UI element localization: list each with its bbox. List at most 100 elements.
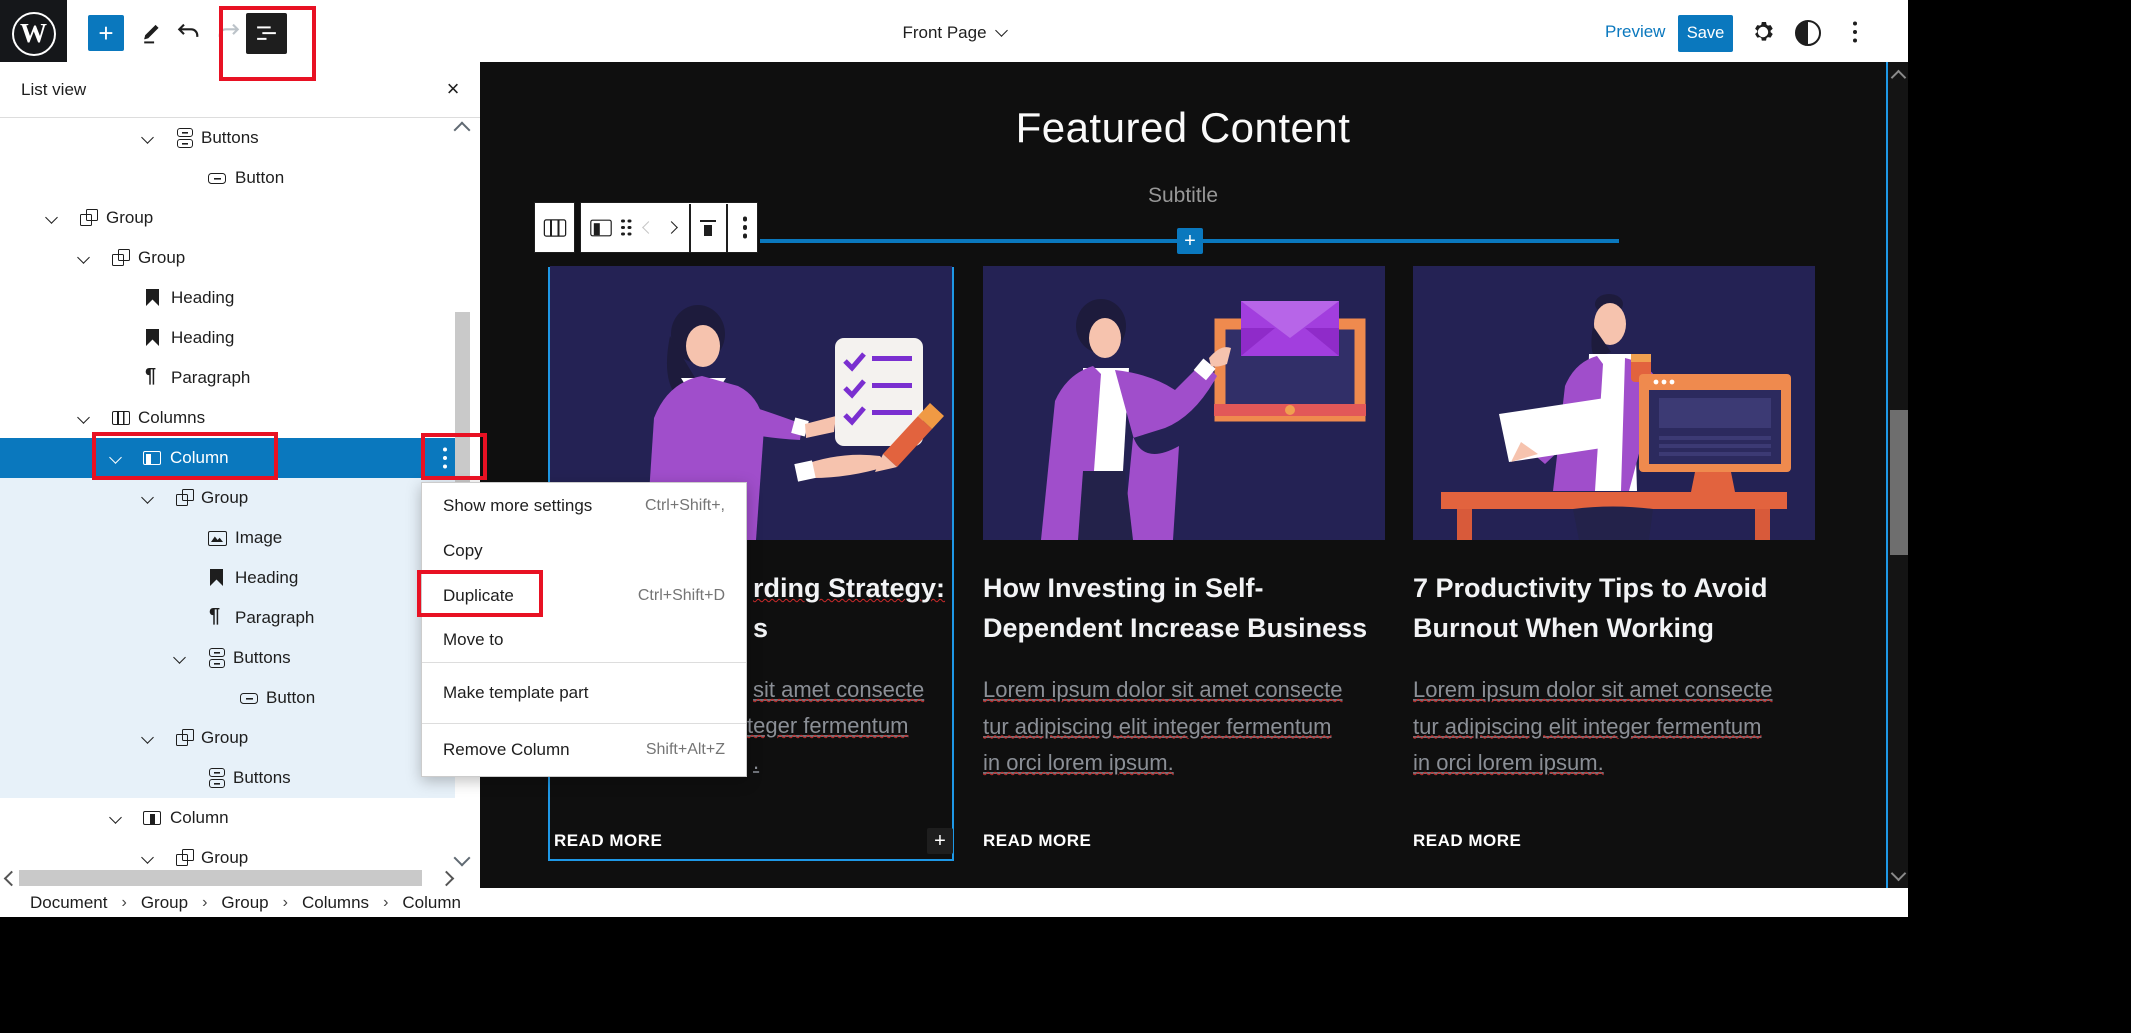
- card3-title[interactable]: 7 Productivity Tips to Avoid Burnout Whe…: [1413, 568, 1815, 648]
- chevron-down-icon[interactable]: [141, 491, 154, 504]
- drag-handle[interactable]: [613, 215, 636, 241]
- chevron-down-icon[interactable]: [173, 651, 186, 664]
- close-icon[interactable]: ×: [438, 74, 468, 104]
- tools-pencil-button[interactable]: [136, 18, 166, 48]
- card1-body-line2[interactable]: teger fermentum: [747, 708, 908, 745]
- card1-title-line1[interactable]: rding Strategy:: [753, 568, 945, 608]
- card2-title[interactable]: How Investing in Self- Dependent Increas…: [983, 568, 1385, 648]
- redo-button[interactable]: [212, 16, 244, 48]
- list-item-heading[interactable]: Heading: [0, 278, 455, 318]
- column-block-icon[interactable]: [589, 215, 613, 241]
- toolbar-divider: [726, 204, 727, 252]
- list-item-heading[interactable]: Heading: [0, 318, 455, 358]
- chevron-down-icon[interactable]: [109, 811, 122, 824]
- horizontal-scrollbar[interactable]: [0, 868, 480, 888]
- list-item-columns[interactable]: Columns: [0, 398, 455, 438]
- block-insertion-add-button[interactable]: +: [1177, 228, 1203, 254]
- wordpress-menu-button[interactable]: W: [0, 0, 67, 67]
- card3-illustration-desk-worker[interactable]: [1413, 266, 1815, 540]
- chevron-down-icon[interactable]: [77, 251, 90, 264]
- list-item-button[interactable]: Button: [0, 158, 455, 198]
- card1-body-line3[interactable]: .: [753, 744, 759, 781]
- featured-content-heading[interactable]: Featured Content: [480, 104, 1886, 152]
- list-item-buttons[interactable]: Buttons: [0, 118, 455, 158]
- card1-read-more-link[interactable]: READ MORE: [554, 831, 662, 851]
- menu-item-duplicate[interactable]: Duplicate Ctrl+Shift+D: [422, 573, 746, 618]
- block-options-dropdown-menu: Show more settings Ctrl+Shift+, Copy Dup…: [421, 482, 747, 777]
- letterbox-right: [1908, 0, 2131, 1033]
- block-options-kebab-icon[interactable]: [443, 456, 447, 460]
- chevron-down-icon[interactable]: [141, 851, 154, 864]
- card1-title-line2[interactable]: s: [753, 608, 768, 648]
- list-item-column[interactable]: Column: [0, 798, 455, 838]
- undo-button[interactable]: [172, 16, 204, 48]
- card3-read-more-link[interactable]: READ MORE: [1413, 831, 1521, 851]
- list-view-toggle-button[interactable]: [246, 13, 287, 54]
- preview-button[interactable]: Preview: [1605, 22, 1665, 42]
- card2-body[interactable]: Lorem ipsum dolor sit amet consecte tur …: [983, 672, 1385, 782]
- chevron-right-icon: [665, 221, 678, 234]
- kebab-menu-icon: [743, 225, 747, 229]
- move-left-button[interactable]: [636, 215, 659, 241]
- menu-item-remove-column[interactable]: Remove Column Shift+Alt+Z: [422, 724, 746, 776]
- list-item-paragraph[interactable]: Paragraph: [0, 598, 455, 638]
- canvas-scrollbar[interactable]: [1886, 62, 1908, 888]
- scroll-right-icon[interactable]: [439, 871, 455, 887]
- block-appender-plus-button[interactable]: +: [927, 828, 953, 854]
- move-right-button[interactable]: [660, 215, 683, 241]
- list-item-buttons[interactable]: Buttons: [0, 638, 455, 678]
- list-item-group[interactable]: Group: [0, 718, 455, 758]
- vertical-align-button[interactable]: [697, 215, 720, 241]
- chevron-down-icon[interactable]: [45, 211, 58, 224]
- chevron-down-icon[interactable]: [141, 731, 154, 744]
- breadcrumb-group[interactable]: Group: [141, 893, 188, 913]
- block-inserter-button[interactable]: +: [88, 15, 124, 51]
- scroll-down-icon[interactable]: [1891, 866, 1907, 882]
- card1-body-line1[interactable]: sit amet consecte: [753, 672, 924, 709]
- menu-item-make-template-part[interactable]: Make template part: [422, 663, 746, 723]
- scroll-left-icon[interactable]: [4, 871, 20, 887]
- canvas-scrollbar-thumb[interactable]: [1890, 410, 1908, 555]
- block-options-button[interactable]: [734, 215, 757, 241]
- breadcrumb-separator: ›: [283, 894, 288, 912]
- list-item-group[interactable]: Group: [0, 198, 455, 238]
- editor-topbar: + Front Page: [0, 0, 1908, 63]
- chevron-down-icon[interactable]: [109, 451, 122, 464]
- breadcrumb-separator: ›: [121, 894, 126, 912]
- chevron-down-icon[interactable]: [77, 411, 90, 424]
- list-item-column-selected[interactable]: Column: [0, 438, 455, 478]
- horizontal-scrollbar-thumb[interactable]: [19, 870, 422, 886]
- list-item-button[interactable]: Button: [0, 678, 455, 718]
- scroll-up-icon[interactable]: [1891, 70, 1907, 86]
- list-item-paragraph[interactable]: Paragraph: [0, 358, 455, 398]
- scroll-down-icon[interactable]: [454, 850, 471, 867]
- options-menu-button[interactable]: [1840, 17, 1870, 47]
- card2-illustration-presentation-screen[interactable]: [983, 266, 1385, 540]
- card2-read-more-link[interactable]: READ MORE: [983, 831, 1091, 851]
- document-title-switcher[interactable]: Front Page: [854, 18, 1054, 48]
- save-button[interactable]: Save: [1678, 15, 1733, 52]
- card3-body[interactable]: Lorem ipsum dolor sit amet consecte tur …: [1413, 672, 1815, 782]
- list-item-group[interactable]: Group: [0, 478, 455, 518]
- breadcrumb-columns[interactable]: Columns: [302, 893, 369, 913]
- menu-item-move-to[interactable]: Move to: [422, 618, 746, 662]
- breadcrumb-group[interactable]: Group: [221, 893, 268, 913]
- chevron-down-icon[interactable]: [141, 131, 154, 144]
- group-icon: [77, 206, 101, 230]
- settings-button[interactable]: [1748, 17, 1778, 47]
- scroll-up-icon[interactable]: [454, 122, 471, 139]
- menu-item-show-more-settings[interactable]: Show more settings Ctrl+Shift+,: [422, 483, 746, 528]
- menu-item-copy[interactable]: Copy: [422, 528, 746, 573]
- breadcrumb-document[interactable]: Document: [30, 893, 107, 913]
- list-item-heading[interactable]: Heading: [0, 558, 455, 598]
- list-item-buttons[interactable]: Buttons: [0, 758, 455, 798]
- list-view-title: List view: [21, 80, 86, 100]
- vertical-scrollbar-thumb[interactable]: [455, 312, 470, 502]
- list-item-group[interactable]: Group: [0, 238, 455, 278]
- list-item-image[interactable]: Image: [0, 518, 455, 558]
- list-view-header: List view ×: [0, 62, 480, 118]
- letterbox-bottom: [0, 917, 1908, 1033]
- heading-icon: [141, 286, 165, 310]
- styles-button[interactable]: [1793, 18, 1823, 48]
- columns-block-parent-button[interactable]: [534, 202, 575, 253]
